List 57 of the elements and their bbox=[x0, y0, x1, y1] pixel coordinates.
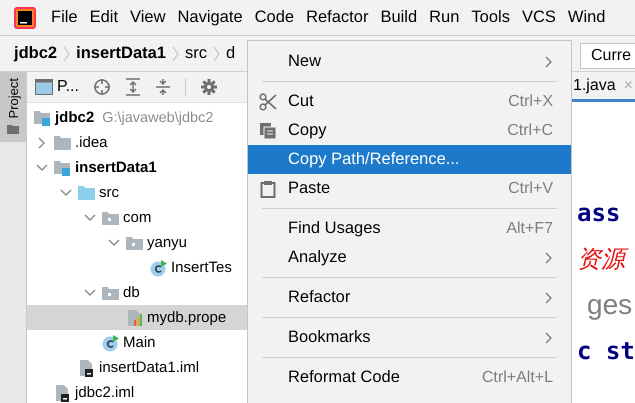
breadcrumb-item[interactable]: src bbox=[184, 44, 207, 63]
menu-item[interactable]: VCS bbox=[522, 8, 556, 27]
menu-item[interactable]: File bbox=[51, 8, 78, 27]
class-file-icon bbox=[101, 334, 121, 352]
shortcut-label: Ctrl+V bbox=[508, 180, 553, 198]
module-folder-icon bbox=[53, 158, 73, 176]
breadcrumb-item[interactable]: d bbox=[226, 44, 236, 63]
chevron-right-icon[interactable] bbox=[38, 136, 46, 148]
chevron-down-icon[interactable] bbox=[84, 214, 96, 222]
folder-icon bbox=[7, 124, 19, 134]
chevron-right-icon bbox=[63, 46, 70, 62]
menu-item[interactable]: Refactor bbox=[306, 8, 368, 27]
class-file-icon bbox=[149, 258, 169, 276]
crosshair-icon[interactable] bbox=[92, 78, 111, 96]
window-icon bbox=[35, 79, 53, 95]
code-line: ass bbox=[577, 198, 622, 229]
collapse-all-icon[interactable] bbox=[154, 78, 171, 96]
copy-icon bbox=[259, 122, 277, 140]
chevron-right-icon bbox=[172, 46, 179, 62]
menu-item[interactable]: Wind bbox=[568, 8, 606, 27]
view-selector[interactable]: P... bbox=[35, 78, 79, 96]
chevron-down-icon[interactable] bbox=[84, 288, 96, 296]
code-line: ges bbox=[586, 288, 634, 322]
editor-tab[interactable]: 1.java × bbox=[572, 76, 635, 94]
breadcrumb-item[interactable]: insertData1 bbox=[76, 44, 166, 63]
code-line: 资源 bbox=[577, 236, 635, 282]
properties-file-icon bbox=[125, 308, 145, 326]
app-logo-icon bbox=[14, 6, 36, 28]
folder-icon bbox=[77, 184, 97, 202]
menu-item[interactable]: Tools bbox=[471, 8, 510, 27]
menu-item[interactable]: View bbox=[130, 8, 166, 27]
chevron-down-icon[interactable] bbox=[108, 238, 120, 246]
menu-item[interactable]: Copy Path/Reference... bbox=[248, 145, 571, 174]
chevron-down-icon[interactable] bbox=[36, 164, 48, 172]
module-folder-icon bbox=[33, 108, 53, 126]
shortcut-label: Alt+F7 bbox=[506, 220, 553, 238]
code-line: c st bbox=[577, 336, 635, 367]
menu-item[interactable]: Build bbox=[380, 8, 418, 27]
settings-icon[interactable] bbox=[200, 78, 218, 96]
folder-icon bbox=[53, 134, 73, 152]
chevron-down-icon[interactable] bbox=[60, 188, 72, 196]
menu-item[interactable]: Edit bbox=[90, 8, 118, 27]
expand-all-icon[interactable] bbox=[124, 78, 141, 96]
shortcut-label: Ctrl+X bbox=[508, 92, 553, 110]
clipboard-icon bbox=[260, 180, 276, 198]
breadcrumb-item[interactable]: jdbc2 bbox=[14, 44, 58, 63]
run-config-button[interactable]: Curre bbox=[580, 42, 635, 68]
menu-item[interactable]: Run bbox=[429, 8, 460, 27]
chevron-right-icon bbox=[212, 46, 220, 62]
scissors-icon bbox=[259, 92, 277, 110]
shortcut-label: Ctrl+Alt+L bbox=[482, 368, 553, 386]
project-path: G:\javaweb\jdbc2 bbox=[102, 110, 214, 126]
menu-item[interactable]: Code bbox=[254, 8, 294, 27]
project-tool-button[interactable]: Project bbox=[0, 72, 26, 142]
menu-item[interactable]: Navigate bbox=[178, 8, 243, 27]
menu-item[interactable]: New bbox=[248, 47, 571, 76]
shortcut-label: Ctrl+C bbox=[507, 122, 553, 140]
